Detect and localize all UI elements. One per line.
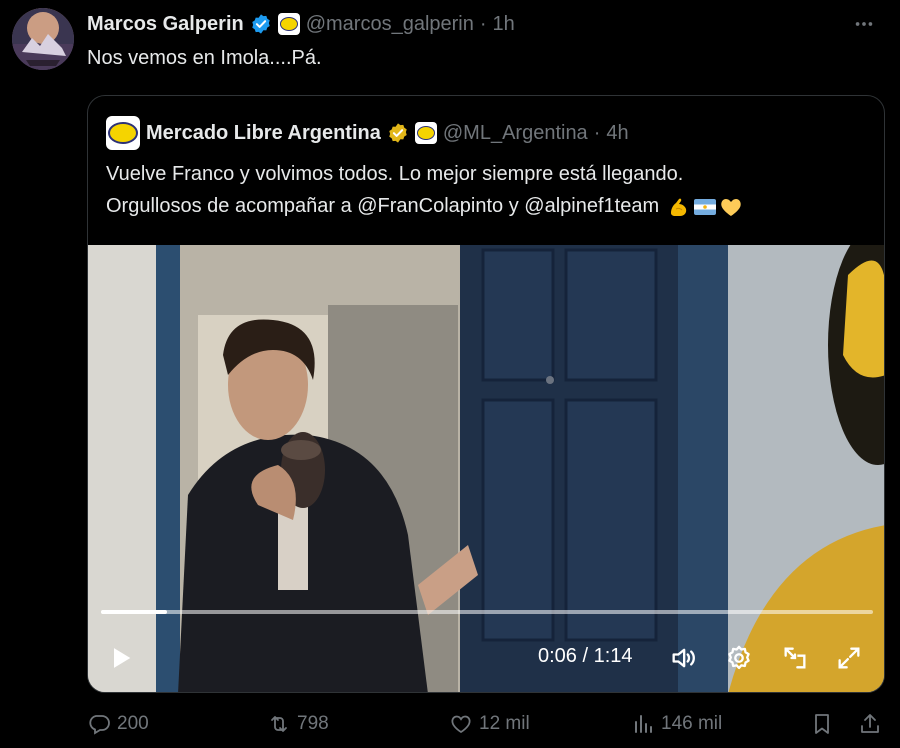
quoted-affiliate-badge-icon[interactable] [414,122,437,144]
expand-icon [838,647,860,669]
video-time-separator: / [582,645,589,667]
bookmark-button[interactable] [810,712,834,736]
bookmark-icon [815,714,829,734]
post-time[interactable]: 1h [493,13,515,36]
quoted-avatar[interactable] [106,116,140,150]
bar-chart-icon [635,715,652,733]
reply-icon [89,715,110,735]
separator-dot: · [593,121,601,144]
like-count: 12 mil [479,713,530,734]
video-frame [88,245,884,692]
argentina-flag-icon [693,198,716,215]
yellow-heart-icon [720,198,741,216]
view-count: 146 mil [661,713,723,734]
views-button[interactable]: 146 mil [631,712,722,736]
flexed-biceps-icon [670,198,686,216]
quoted-text-line-1: Vuelve Franco y volvimos todos. Lo mejor… [106,163,684,185]
repost-icon [271,716,287,732]
quoted-text-line-2-text: Orgullosos de acompañar a @FranColapinto… [106,195,660,217]
tweet-text: Nos vemos en Imola....Pá. [87,47,322,69]
quoted-header: Mercado Libre Argentina @ML_Argentina · … [106,116,629,150]
author-handle[interactable]: @marcos_galperin [306,13,474,36]
volume-icon [672,648,695,668]
play-button[interactable] [104,641,138,675]
video-progress-fill [101,610,167,614]
share-button[interactable] [858,712,882,736]
quoted-text-line-2: Orgullosos de acompañar a @FranColapinto… [106,190,866,222]
separator-dot: · [479,12,487,35]
video-current-time: 0:06 [538,645,577,667]
affiliate-badge-icon[interactable] [277,13,300,35]
video-progress-bar[interactable] [101,610,873,614]
author-name[interactable]: Marcos Galperin [87,13,244,36]
volume-button[interactable] [666,641,700,675]
heart-icon [451,715,471,734]
settings-button[interactable] [722,641,756,675]
quoted-tweet[interactable]: Mercado Libre Argentina @ML_Argentina · … [87,95,885,693]
reply-count: 200 [117,713,149,734]
more-options-icon[interactable] [852,12,876,36]
like-button[interactable]: 12 mil [449,712,530,736]
gold-verified-badge-icon [389,123,407,143]
video-player[interactable]: 0:06 / 1:14 [88,245,884,692]
verified-badge-icon [252,14,270,34]
repost-count: 798 [297,713,329,734]
play-icon [114,648,131,668]
quoted-author-name[interactable]: Mercado Libre Argentina [146,122,381,145]
reply-button[interactable]: 200 [87,712,149,736]
gear-icon [728,645,750,670]
tweet-header: Marcos Galperin @marcos_galperin · 1h [87,10,515,38]
share-icon [861,714,879,733]
repost-button[interactable]: 798 [267,712,329,736]
fullscreen-button[interactable] [832,641,866,675]
quoted-post-time[interactable]: 4h [606,122,628,145]
picture-in-picture-button[interactable] [778,641,812,675]
pip-icon [784,647,806,669]
author-avatar[interactable] [12,8,74,70]
video-duration: 1:14 [593,645,633,667]
tweet-actions: 200 798 12 mil 146 mil [87,706,887,746]
quoted-text: Vuelve Franco y volvimos todos. Lo mejor… [106,158,866,222]
quoted-author-handle[interactable]: @ML_Argentina [443,122,588,145]
video-time-display: 0:06 / 1:14 [538,645,633,668]
